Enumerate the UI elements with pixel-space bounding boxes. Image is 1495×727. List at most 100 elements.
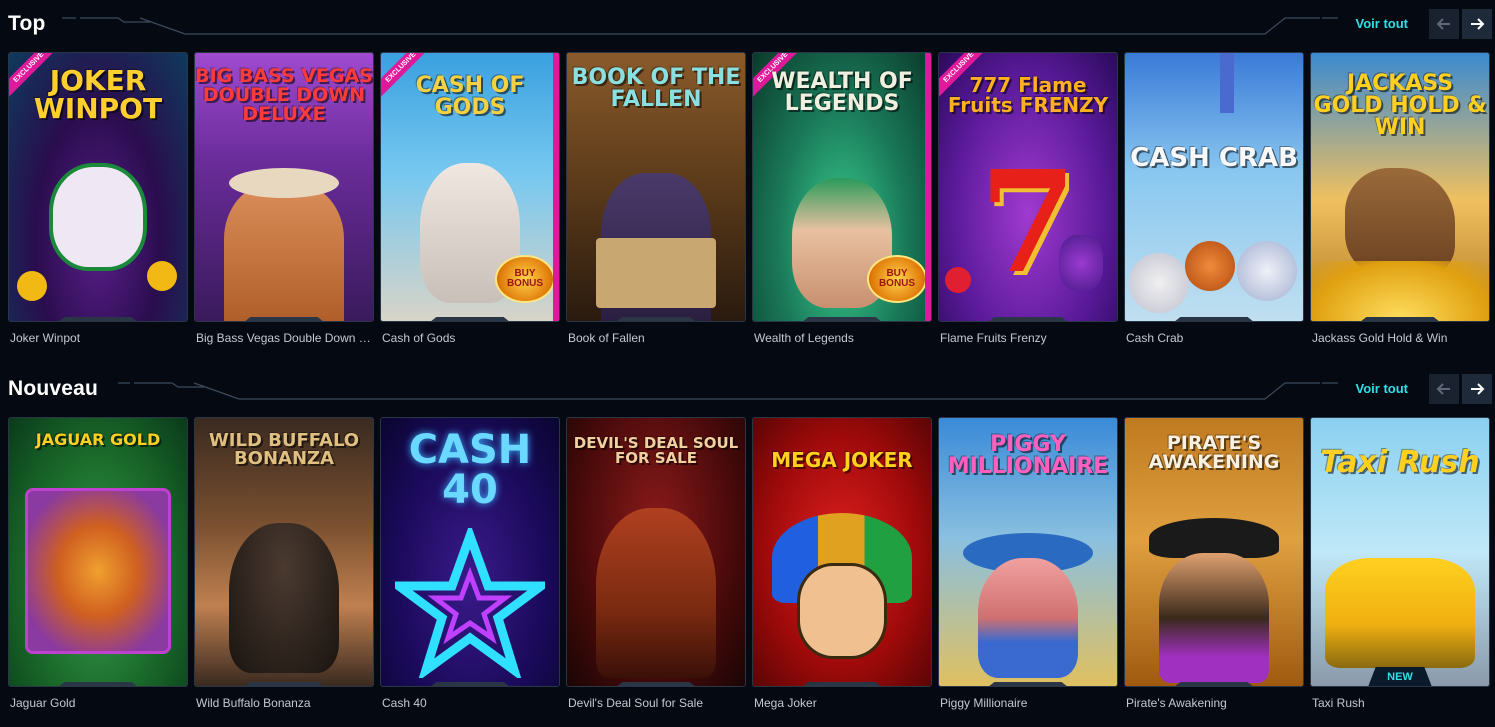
game-card[interactable]: CASH CRAB Cash Crab: [1124, 52, 1304, 345]
ball-icon: [1185, 241, 1235, 291]
game-card[interactable]: EXCLUSIVE JOKER WINPOT Joker Winpot: [8, 52, 188, 345]
section-title: Top: [8, 12, 46, 35]
arrow-left-icon: [1436, 18, 1450, 30]
map-shape: [596, 238, 716, 308]
new-badge: NEW: [1368, 667, 1432, 686]
game-thumbnail[interactable]: CASH 40: [380, 417, 560, 687]
game-name: Piggy Millionaire: [940, 696, 1028, 710]
buy-bonus-badge: BUY BONUS: [867, 255, 927, 303]
exclusive-stripe: [925, 53, 931, 321]
fisherman-figure: [224, 183, 344, 321]
game-card[interactable]: EXCLUSIVE WEALTH OF LEGENDS BUY BONUS We…: [752, 52, 932, 345]
game-name: Big Bass Vegas Double Down Del...: [196, 331, 374, 345]
arrow-right-icon: [1471, 18, 1485, 30]
game-name: Jackass Gold Hold & Win: [1312, 331, 1448, 345]
game-name: Taxi Rush: [1312, 696, 1365, 710]
coin-icon: [17, 271, 47, 301]
game-row-top: EXCLUSIVE JOKER WINPOT Joker Winpot BIG …: [8, 52, 1495, 362]
game-name: Flame Fruits Frenzy: [940, 331, 1047, 345]
header-decoration: [62, 17, 1338, 35]
game-art-title: CASH CRAB: [1130, 143, 1298, 173]
game-thumbnail[interactable]: BIG BASS VEGAS DOUBLE DOWN DELUXE: [194, 52, 374, 322]
game-card[interactable]: EXCLUSIVE CASH OF GODS BUY BONUS Cash of…: [380, 52, 560, 345]
game-thumbnail[interactable]: CASH CRAB: [1124, 52, 1304, 322]
card-tab: [1360, 317, 1440, 321]
card-tab: [802, 317, 882, 321]
claw-arm: [1220, 53, 1234, 113]
ball-icon: [1237, 241, 1297, 301]
game-art-title: CASH OF GODS: [415, 73, 525, 120]
game-thumbnail[interactable]: EXCLUSIVE WEALTH OF LEGENDS BUY BONUS: [752, 52, 932, 322]
card-tab: [58, 317, 138, 321]
section-title: Nouveau: [8, 377, 99, 400]
game-art-title: Taxi Rush: [1320, 445, 1480, 480]
card-tab: [1174, 317, 1254, 321]
game-name: Wealth of Legends: [754, 331, 854, 345]
game-thumbnail[interactable]: EXCLUSIVE CASH OF GODS BUY BONUS: [380, 52, 560, 322]
game-thumbnail[interactable]: JACKASS GOLD HOLD & WIN: [1310, 52, 1490, 322]
game-thumbnail[interactable]: JAGUAR GOLD: [8, 417, 188, 687]
game-art-title: WEALTH OF LEGENDS: [771, 69, 913, 116]
view-all-link[interactable]: Voir tout: [1356, 16, 1408, 31]
game-name: Mega Joker: [754, 696, 817, 710]
game-name: Pirate's Awakening: [1126, 696, 1227, 710]
arrow-right-icon: [1471, 383, 1485, 395]
carousel-prev-button[interactable]: [1429, 9, 1459, 39]
game-name: Cash Crab: [1126, 331, 1184, 345]
game-card[interactable]: CASH 40 Cash 40: [380, 417, 560, 710]
jaguar-figure: [25, 488, 171, 654]
new-section-header: Nouveau Voir tout: [0, 365, 1495, 413]
card-tab: [244, 682, 324, 686]
game-card[interactable]: JAGUAR GOLD Jaguar Gold: [8, 417, 188, 710]
game-thumbnail[interactable]: MEGA JOKER: [752, 417, 932, 687]
game-thumbnail[interactable]: WILD BUFFALO BONANZA: [194, 417, 374, 687]
game-art-title: PIGGY MILLIONAIRE: [947, 432, 1109, 479]
game-card[interactable]: WILD BUFFALO BONANZA Wild Buffalo Bonanz…: [194, 417, 374, 710]
buy-bonus-badge: BUY BONUS: [495, 255, 555, 303]
gold-pile: [1311, 261, 1489, 321]
game-thumbnail[interactable]: BOOK OF THE FALLEN: [566, 52, 746, 322]
game-card[interactable]: PIGGY MILLIONAIRE Piggy Millionaire: [938, 417, 1118, 710]
game-thumbnail[interactable]: PIGGY MILLIONAIRE: [938, 417, 1118, 687]
game-name: Devil's Deal Soul for Sale: [568, 696, 704, 710]
taxi-figure: [1325, 558, 1475, 668]
card-tab: [244, 317, 324, 321]
game-art-title: JAGUAR GOLD: [35, 430, 161, 449]
carousel-next-button[interactable]: [1462, 374, 1492, 404]
game-thumbnail[interactable]: DEVIL'S DEAL SOUL FOR SALE: [566, 417, 746, 687]
game-thumbnail[interactable]: EXCLUSIVE 777 Flame Fruits FRENZY 7: [938, 52, 1118, 322]
pirate-hat: [1149, 518, 1279, 558]
card-tab: [1174, 682, 1254, 686]
view-all-link[interactable]: Voir tout: [1356, 381, 1408, 396]
card-tab: [430, 682, 510, 686]
game-art-title: BOOK OF THE FALLEN: [571, 65, 741, 112]
game-thumbnail[interactable]: PIRATE'S AWAKENING: [1124, 417, 1304, 687]
card-tab: [802, 682, 882, 686]
devil-figure: [596, 508, 716, 678]
game-card[interactable]: BOOK OF THE FALLEN Book of Fallen: [566, 52, 746, 345]
carousel-next-button[interactable]: [1462, 9, 1492, 39]
game-card[interactable]: BIG BASS VEGAS DOUBLE DOWN DELUXE Big Ba…: [194, 52, 374, 345]
card-tab: [616, 317, 696, 321]
game-art-title: BIG BASS VEGAS DOUBLE DOWN DELUXE: [195, 65, 373, 125]
game-card[interactable]: EXCLUSIVE 777 Flame Fruits FRENZY 7 Flam…: [938, 52, 1118, 345]
game-art-title: JACKASS GOLD HOLD & WIN: [1313, 71, 1487, 140]
game-card[interactable]: Taxi Rush NEW Taxi Rush: [1310, 417, 1490, 710]
game-card[interactable]: MEGA JOKER Mega Joker: [752, 417, 932, 710]
game-thumbnail[interactable]: Taxi Rush NEW: [1310, 417, 1490, 687]
game-art-title: PIRATE'S AWAKENING: [1148, 432, 1280, 473]
game-card[interactable]: JACKASS GOLD HOLD & WIN Jackass Gold Hol…: [1310, 52, 1490, 345]
joker-figure: [49, 163, 147, 271]
carousel-prev-button[interactable]: [1429, 374, 1459, 404]
joker-face: [797, 563, 887, 659]
game-art-title: MEGA JOKER: [771, 448, 913, 472]
card-tab: [988, 682, 1068, 686]
game-art-title: 777 Flame Fruits FRENZY: [947, 73, 1109, 117]
game-card[interactable]: DEVIL'S DEAL SOUL FOR SALE Devil's Deal …: [566, 417, 746, 710]
arrow-left-icon: [1436, 383, 1450, 395]
game-card[interactable]: PIRATE'S AWAKENING Pirate's Awakening: [1124, 417, 1304, 710]
game-row-new: JAGUAR GOLD Jaguar Gold WILD BUFFALO BON…: [8, 417, 1495, 727]
game-name: Cash of Gods: [382, 331, 456, 345]
game-thumbnail[interactable]: EXCLUSIVE JOKER WINPOT: [8, 52, 188, 322]
game-name: Joker Winpot: [10, 331, 81, 345]
